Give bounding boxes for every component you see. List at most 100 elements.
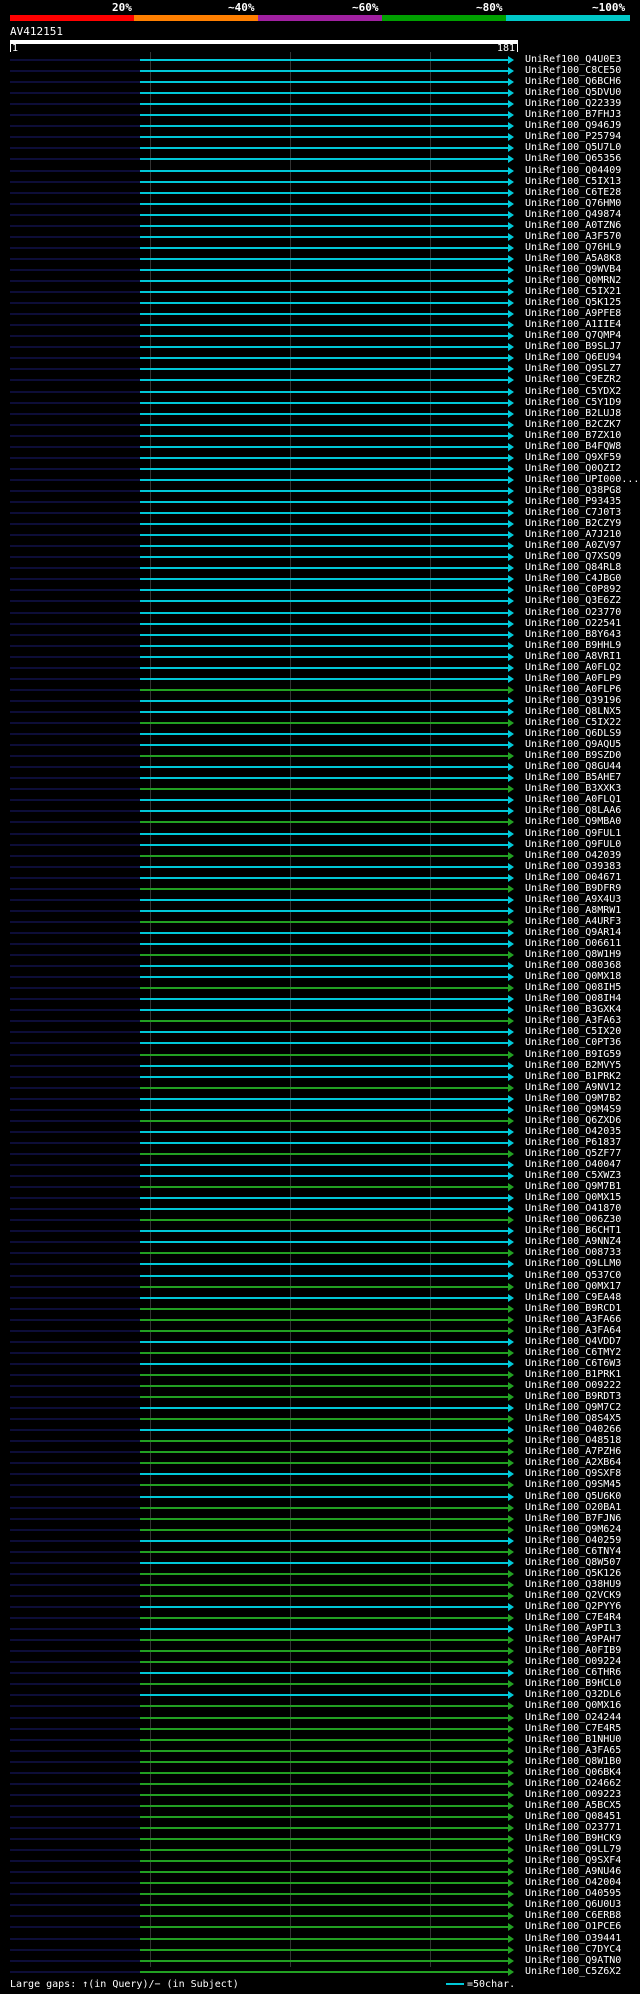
- hit-label[interactable]: UniRef100_B9HCL0: [525, 1679, 621, 1689]
- hit-label[interactable]: UniRef100_C9EA48: [525, 1293, 621, 1303]
- hit-label[interactable]: UniRef100_Q0MX18: [525, 972, 621, 982]
- hit-label[interactable]: UniRef100_O40266: [525, 1425, 621, 1435]
- hit-label[interactable]: UniRef100_O22541: [525, 619, 621, 629]
- hit-label[interactable]: UniRef100_Q7XSQ9: [525, 552, 621, 562]
- hit-label[interactable]: UniRef100_Q537C0: [525, 1271, 621, 1281]
- hit-label[interactable]: UniRef100_A9PFE8: [525, 309, 621, 319]
- hit-label[interactable]: UniRef100_C0PT36: [525, 1038, 621, 1048]
- hit-label[interactable]: UniRef100_A3FA64: [525, 1326, 621, 1336]
- hit-label[interactable]: UniRef100_Q6U0U3: [525, 1900, 621, 1910]
- hit-label[interactable]: UniRef100_Q5U6K0: [525, 1492, 621, 1502]
- hit-label[interactable]: UniRef100_Q6BCH6: [525, 77, 621, 87]
- hit-label[interactable]: UniRef100_C6TE28: [525, 188, 621, 198]
- hit-label[interactable]: UniRef100_Q0MRN2: [525, 276, 621, 286]
- hit-label[interactable]: UniRef100_Q9M7B1: [525, 1182, 621, 1192]
- hit-label[interactable]: UniRef100_Q9M624: [525, 1525, 621, 1535]
- hit-label[interactable]: UniRef100_P61837: [525, 1138, 621, 1148]
- hit-label[interactable]: UniRef100_C9EZR2: [525, 375, 621, 385]
- hit-label[interactable]: UniRef100_Q9AQU5: [525, 740, 621, 750]
- hit-label[interactable]: UniRef100_Q0QZI2: [525, 464, 621, 474]
- hit-label[interactable]: UniRef100_Q8W507: [525, 1558, 621, 1568]
- hit-label[interactable]: UniRef100_C7E4R5: [525, 1724, 621, 1734]
- hit-label[interactable]: UniRef100_O06Z30: [525, 1215, 621, 1225]
- hit-label[interactable]: UniRef100_Q5K126: [525, 1569, 621, 1579]
- hit-label[interactable]: UniRef100_Q9SLZ7: [525, 364, 621, 374]
- hit-label[interactable]: UniRef100_Q38PG8: [525, 486, 621, 496]
- hit-label[interactable]: UniRef100_Q9LL79: [525, 1845, 621, 1855]
- hit-label[interactable]: UniRef100_A4URF3: [525, 917, 621, 927]
- hit-label[interactable]: UniRef100_Q9XF59: [525, 453, 621, 463]
- hit-label[interactable]: UniRef100_O42035: [525, 1127, 621, 1137]
- hit-label[interactable]: UniRef100_A3F570: [525, 232, 621, 242]
- hit-label[interactable]: UniRef100_A1IIE4: [525, 320, 621, 330]
- hit-label[interactable]: UniRef100_O80368: [525, 961, 621, 971]
- hit-label[interactable]: UniRef100_Q2PYY6: [525, 1602, 621, 1612]
- hit-label[interactable]: UniRef100_Q08IH5: [525, 983, 621, 993]
- hit-label[interactable]: UniRef100_A5A8K8: [525, 254, 621, 264]
- hit-label[interactable]: UniRef100_Q9FUL0: [525, 840, 621, 850]
- hit-label[interactable]: UniRef100_Q9M4S9: [525, 1105, 621, 1115]
- hit-label[interactable]: UniRef100_B9SLJ7: [525, 342, 621, 352]
- hit-label[interactable]: UniRef100_Q32DL6: [525, 1690, 621, 1700]
- hit-label[interactable]: UniRef100_A3FA63: [525, 1016, 621, 1026]
- hit-label[interactable]: UniRef100_O1PCE6: [525, 1922, 621, 1932]
- hit-label[interactable]: UniRef100_O40047: [525, 1160, 621, 1170]
- hit-label[interactable]: UniRef100_B1PRK1: [525, 1370, 621, 1380]
- hit-label[interactable]: UniRef100_Q5U7L0: [525, 143, 621, 153]
- hit-label[interactable]: UniRef100_Q39196: [525, 696, 621, 706]
- hit-label[interactable]: UniRef100_O42004: [525, 1878, 621, 1888]
- hit-label[interactable]: UniRef100_O41870: [525, 1204, 621, 1214]
- hit-label[interactable]: UniRef100_A0FLQ2: [525, 663, 621, 673]
- hit-label[interactable]: UniRef100_Q7QMP4: [525, 331, 621, 341]
- hit-label[interactable]: UniRef100_Q76HL9: [525, 243, 621, 253]
- hit-label[interactable]: UniRef100_O08733: [525, 1248, 621, 1258]
- hit-label[interactable]: UniRef100_C5YDX2: [525, 387, 621, 397]
- hit-label[interactable]: UniRef100_O09224: [525, 1657, 621, 1667]
- hit-label[interactable]: UniRef100_O48518: [525, 1436, 621, 1446]
- hit-label[interactable]: UniRef100_A3FA65: [525, 1746, 621, 1756]
- hit-label[interactable]: UniRef100_A7PZH6: [525, 1447, 621, 1457]
- hit-label[interactable]: UniRef100_Q08IH4: [525, 994, 621, 1004]
- hit-label[interactable]: UniRef100_Q9ATN0: [525, 1956, 621, 1966]
- hit-label[interactable]: UniRef100_Q9SXF8: [525, 1469, 621, 1479]
- hit-label[interactable]: UniRef100_Q0MX16: [525, 1701, 621, 1711]
- hit-label[interactable]: UniRef100_Q9WVB4: [525, 265, 621, 275]
- hit-label[interactable]: UniRef100_C6THR6: [525, 1668, 621, 1678]
- hit-label[interactable]: UniRef100_C5IX13: [525, 177, 621, 187]
- hit-label[interactable]: UniRef100_O09222: [525, 1381, 621, 1391]
- hit-label[interactable]: UniRef100_O39441: [525, 1934, 621, 1944]
- hit-label[interactable]: UniRef100_P25794: [525, 132, 621, 142]
- hit-label[interactable]: UniRef100_B8Y643: [525, 630, 621, 640]
- hit-label[interactable]: UniRef100_C5Z6X2: [525, 1967, 621, 1977]
- hit-label[interactable]: UniRef100_C5IX20: [525, 1027, 621, 1037]
- hit-label[interactable]: UniRef100_B7FHJ3: [525, 110, 621, 120]
- hit-label[interactable]: UniRef100_B2MVY5: [525, 1061, 621, 1071]
- hit-label[interactable]: UniRef100_O23771: [525, 1823, 621, 1833]
- hit-label[interactable]: UniRef100_Q6DLS9: [525, 729, 621, 739]
- hit-label[interactable]: UniRef100_B9SZD0: [525, 751, 621, 761]
- hit-label[interactable]: UniRef100_Q5ZF77: [525, 1149, 621, 1159]
- hit-label[interactable]: UniRef100_Q49874: [525, 210, 621, 220]
- hit-label[interactable]: UniRef100_A5BCX5: [525, 1801, 621, 1811]
- hit-label[interactable]: UniRef100_Q22339: [525, 99, 621, 109]
- hit-label[interactable]: UniRef100_C6TNY4: [525, 1547, 621, 1557]
- hit-label[interactable]: UniRef100_P93435: [525, 497, 621, 507]
- hit-label[interactable]: UniRef100_Q9M7C2: [525, 1403, 621, 1413]
- hit-label[interactable]: UniRef100_Q9SM45: [525, 1480, 621, 1490]
- hit-label[interactable]: UniRef100_O40259: [525, 1536, 621, 1546]
- hit-label[interactable]: UniRef100_B9HHL9: [525, 641, 621, 651]
- hit-label[interactable]: UniRef100_B9RDT3: [525, 1392, 621, 1402]
- hit-label[interactable]: UniRef100_O23770: [525, 608, 621, 618]
- hit-label[interactable]: UniRef100_Q0MX15: [525, 1193, 621, 1203]
- hit-label[interactable]: UniRef100_Q76HM0: [525, 199, 621, 209]
- hit-label[interactable]: UniRef100_B9IG59: [525, 1050, 621, 1060]
- hit-label[interactable]: UniRef100_B1PRK2: [525, 1072, 621, 1082]
- hit-label[interactable]: UniRef100_O24662: [525, 1779, 621, 1789]
- hit-label[interactable]: UniRef100_A9NU46: [525, 1867, 621, 1877]
- hit-label[interactable]: UniRef100_Q9SXF4: [525, 1856, 621, 1866]
- hit-label[interactable]: UniRef100_A8MRW1: [525, 906, 621, 916]
- hit-label[interactable]: UniRef100_A9PAH7: [525, 1635, 621, 1645]
- hit-label[interactable]: UniRef100_O20BA1: [525, 1503, 621, 1513]
- hit-label[interactable]: UniRef100_Q9AR14: [525, 928, 621, 938]
- hit-label[interactable]: UniRef100_B2LUJ8: [525, 409, 621, 419]
